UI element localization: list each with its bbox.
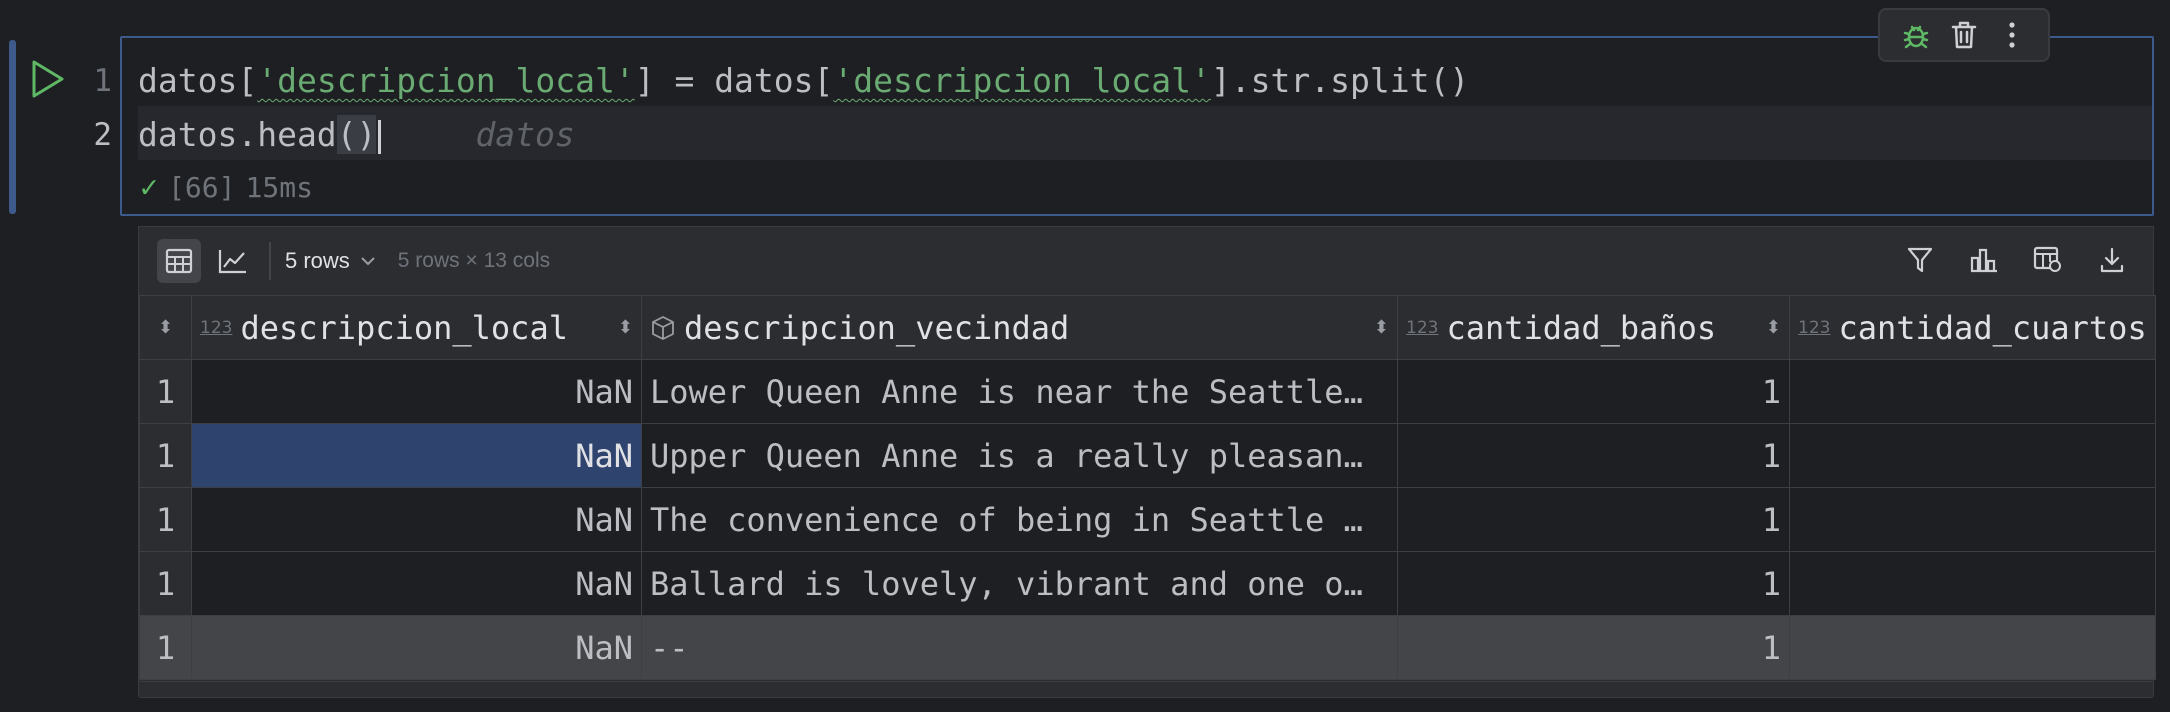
toolbar-separator bbox=[269, 242, 271, 280]
sort-icon: ⬍ bbox=[157, 317, 174, 338]
row-index: 1 bbox=[139, 551, 192, 616]
table-cell[interactable]: The convenience of being in Seattle … bbox=[641, 487, 1398, 552]
column-name: cantidad_baños bbox=[1446, 308, 1717, 347]
code-line-2[interactable]: datos.head() datos bbox=[138, 115, 575, 154]
download-button[interactable] bbox=[2093, 241, 2131, 279]
filter-button[interactable] bbox=[1901, 241, 1939, 279]
row-index: 1 bbox=[139, 423, 192, 488]
table-row: 1 NaN Lower Queen Anne is near the Seatt… bbox=[139, 359, 2156, 424]
chart-view-button[interactable] bbox=[211, 239, 255, 283]
code-line-1[interactable]: datos['descripcion_local'] = datos['desc… bbox=[138, 62, 1469, 100]
index-header[interactable]: ⬍ bbox=[139, 295, 192, 360]
line-numbers: 1 2 bbox=[84, 62, 112, 170]
bar-chart-icon bbox=[1970, 248, 1997, 273]
execution-status: ✓ [66] 15ms bbox=[140, 170, 313, 205]
table-row: 1 NaN Upper Queen Anne is a really pleas… bbox=[139, 423, 2156, 488]
column-name: cantidad_cuartos bbox=[1838, 308, 2147, 347]
table-cell[interactable] bbox=[1789, 487, 2156, 552]
check-icon: ✓ bbox=[140, 170, 159, 205]
numeric-type-icon: 123 bbox=[200, 317, 233, 338]
table-row: 1 NaN Ballard is lovely, vibrant and one… bbox=[139, 551, 2156, 616]
text-caret bbox=[378, 119, 382, 154]
selected-table-cell[interactable]: NaN bbox=[191, 423, 642, 488]
table-settings-button[interactable] bbox=[2029, 241, 2067, 279]
execution-time: 15ms bbox=[245, 171, 313, 204]
table-row: 1 NaN The convenience of being in Seattl… bbox=[139, 487, 2156, 552]
output-toolbar: 5 rows 5 rows × 13 cols bbox=[139, 227, 2153, 295]
table-cell[interactable]: 1 bbox=[1397, 423, 1790, 488]
table-cell[interactable]: NaN bbox=[191, 359, 642, 424]
numeric-type-icon: 123 bbox=[1798, 317, 1831, 338]
line-number: 2 bbox=[93, 117, 112, 153]
bug-icon bbox=[1903, 25, 1929, 49]
rows-selector[interactable]: 5 rows bbox=[285, 248, 376, 274]
run-cell-button[interactable] bbox=[28, 58, 66, 100]
column-chart-button[interactable] bbox=[1965, 241, 2003, 279]
output-right-tools bbox=[1901, 241, 2131, 279]
table-cell[interactable]: -- bbox=[641, 615, 1398, 680]
execution-count: [66] bbox=[168, 171, 236, 204]
sort-icon[interactable]: ⬍ bbox=[1374, 317, 1389, 338]
table-icon bbox=[165, 248, 193, 274]
column-header-cantidad-banos[interactable]: 123 cantidad_baños ⬍ bbox=[1397, 295, 1790, 360]
table-cell[interactable]: NaN bbox=[191, 615, 642, 680]
sort-icon[interactable]: ⬍ bbox=[618, 317, 633, 338]
more-vertical-icon bbox=[2009, 22, 2015, 48]
dimensions-label: 5 rows × 13 cols bbox=[397, 249, 551, 272]
play-icon bbox=[32, 60, 64, 98]
table-cell[interactable]: 1 bbox=[1397, 359, 1790, 424]
string-literal: 'descripcion_local' bbox=[833, 61, 1211, 100]
table-cell[interactable]: 1 bbox=[1397, 551, 1790, 616]
column-name: descripcion_local bbox=[240, 308, 568, 347]
cell-gutter-bar bbox=[9, 40, 16, 214]
column-header-cantidad-cuartos[interactable]: 123 cantidad_cuartos bbox=[1789, 295, 2156, 360]
cell-toolbar bbox=[1878, 8, 2050, 62]
object-type-icon bbox=[652, 315, 674, 340]
row-index: 1 bbox=[139, 359, 192, 424]
table-cell[interactable] bbox=[1789, 423, 2156, 488]
delete-cell-button[interactable] bbox=[1947, 18, 1981, 52]
column-header-descripcion-vecindad[interactable]: descripcion_vecindad ⬍ bbox=[641, 295, 1398, 360]
inline-hint: datos bbox=[475, 115, 575, 154]
table-cell[interactable]: Ballard is lovely, vibrant and one o… bbox=[641, 551, 1398, 616]
table-row-hovered: 1 NaN -- 1 bbox=[139, 615, 2156, 680]
table-cell[interactable]: Lower Queen Anne is near the Seattle… bbox=[641, 359, 1398, 424]
string-literal: 'descripcion_local' bbox=[257, 61, 635, 100]
table-cell[interactable]: Upper Queen Anne is a really pleasan… bbox=[641, 423, 1398, 488]
output-panel: 5 rows 5 rows × 13 cols ⬍ 123 descripcio… bbox=[138, 226, 2156, 682]
chevron-down-icon bbox=[361, 257, 375, 266]
numeric-type-icon: 123 bbox=[1406, 317, 1439, 338]
row-index: 1 bbox=[139, 615, 192, 680]
table-cell[interactable] bbox=[1789, 551, 2156, 616]
rows-label: 5 rows bbox=[285, 248, 350, 273]
line-number: 1 bbox=[93, 63, 112, 99]
code-token: () bbox=[336, 115, 377, 154]
sort-icon[interactable]: ⬍ bbox=[1766, 317, 1781, 338]
column-header-descripcion-local[interactable]: 123 descripcion_local ⬍ bbox=[191, 295, 642, 360]
code-token: datos[ bbox=[138, 61, 258, 100]
debug-cell-button[interactable] bbox=[1899, 18, 1933, 52]
table-cell[interactable]: NaN bbox=[191, 551, 642, 616]
table-settings-icon bbox=[2033, 246, 2061, 272]
table-view-button[interactable] bbox=[157, 239, 201, 283]
code-token: ].str.split() bbox=[1210, 61, 1470, 100]
table-header-row: ⬍ 123 descripcion_local ⬍ descripcion_ve… bbox=[139, 295, 2156, 360]
code-token: datos.head bbox=[138, 115, 337, 154]
download-icon bbox=[2100, 247, 2124, 273]
table-cell[interactable]: 1 bbox=[1397, 487, 1790, 552]
filter-icon bbox=[1907, 247, 1933, 273]
code-token: ] = datos[ bbox=[634, 61, 834, 100]
table-cell[interactable] bbox=[1789, 615, 2156, 680]
more-options-button[interactable] bbox=[1995, 18, 2029, 52]
line-chart-icon bbox=[218, 250, 246, 274]
column-name: descripcion_vecindad bbox=[684, 308, 1070, 347]
trash-icon bbox=[1951, 21, 1977, 49]
table-cell[interactable]: 1 bbox=[1397, 615, 1790, 680]
table-cell[interactable] bbox=[1789, 359, 2156, 424]
row-index: 1 bbox=[139, 487, 192, 552]
table-cell[interactable]: NaN bbox=[191, 487, 642, 552]
dataframe-table: ⬍ 123 descripcion_local ⬍ descripcion_ve… bbox=[139, 295, 2156, 680]
